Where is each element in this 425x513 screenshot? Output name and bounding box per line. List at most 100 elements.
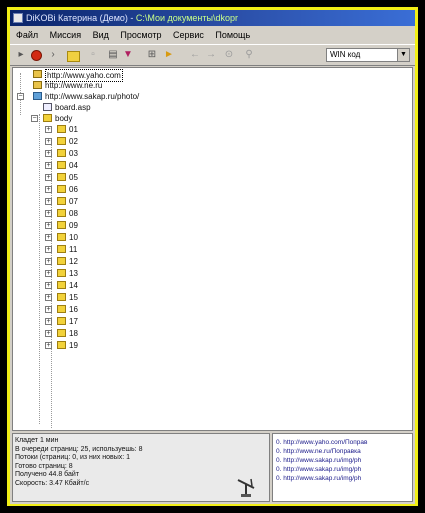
tree-connector bbox=[39, 114, 40, 424]
tree-view-icon[interactable]: ▤ bbox=[106, 48, 120, 62]
open-folder-icon[interactable] bbox=[67, 51, 80, 62]
expand-toggle[interactable]: + bbox=[45, 174, 52, 181]
expand-toggle[interactable]: + bbox=[45, 162, 52, 169]
play-icon[interactable]: ▸ bbox=[14, 48, 28, 62]
refresh-icon[interactable]: ⊙ bbox=[222, 48, 236, 62]
log-line: 0. http://www.yaho.com/Поправ bbox=[276, 439, 368, 446]
site-icon bbox=[33, 92, 42, 100]
status-line: Скорость: 3.47 Кбайт/с bbox=[15, 479, 90, 487]
folder-icon bbox=[57, 185, 66, 193]
window-title-path: C:\Мои документы\dkopr bbox=[135, 13, 238, 23]
forward-icon[interactable]: → bbox=[204, 48, 218, 62]
expand-toggle[interactable]: + bbox=[45, 270, 52, 277]
status-line: В очереди страниц: 25, используешь: 8 bbox=[15, 445, 143, 453]
tree-item-label: http://www.ne.ru bbox=[45, 81, 103, 90]
expand-toggle[interactable]: + bbox=[45, 210, 52, 217]
toolbar: ▸ › ▫ ▤ ▼ ⊞ ► ← → ⊙ ⚲ WIN код ▼ bbox=[10, 44, 415, 66]
tree-item-label: body bbox=[55, 114, 73, 123]
folder-icon bbox=[57, 281, 66, 289]
collapse-toggle[interactable]: − bbox=[17, 93, 24, 100]
download-status-panel: Кладет 1 мин В очереди страниц: 25, испо… bbox=[12, 433, 270, 502]
tree-item-label: 18 bbox=[69, 329, 78, 338]
expand-toggle[interactable]: + bbox=[45, 234, 52, 241]
folder-icon bbox=[57, 257, 66, 265]
tree-item-label: 03 bbox=[69, 149, 78, 158]
folder-icon bbox=[57, 137, 66, 145]
tree-item-label: board.asp bbox=[55, 103, 91, 112]
tree-item-label: 16 bbox=[69, 305, 78, 314]
tree-item-label: 07 bbox=[69, 197, 78, 206]
folder-icon bbox=[57, 329, 66, 337]
filter-icon[interactable]: ▼ bbox=[121, 48, 135, 62]
tree-item-label: 15 bbox=[69, 293, 78, 302]
expand-toggle[interactable]: + bbox=[45, 282, 52, 289]
folder-icon bbox=[57, 269, 66, 277]
expand-toggle[interactable]: + bbox=[45, 330, 52, 337]
site-tree[interactable]: http://www.yaho.com http://www.ne.ru − h… bbox=[12, 67, 413, 431]
expand-toggle[interactable]: + bbox=[45, 138, 52, 145]
folder-icon bbox=[57, 209, 66, 217]
menu-mission[interactable]: Миссия bbox=[50, 28, 81, 43]
folder-icon bbox=[57, 293, 66, 301]
collapse-toggle[interactable]: − bbox=[31, 115, 38, 122]
encoding-select[interactable]: WIN код ▼ bbox=[326, 48, 410, 62]
expand-toggle[interactable]: + bbox=[45, 198, 52, 205]
menu-help[interactable]: Помощь bbox=[215, 28, 250, 43]
open-icon[interactable]: ► bbox=[162, 48, 176, 62]
tree-item-label: 06 bbox=[69, 185, 78, 194]
menu-view[interactable]: Вид bbox=[93, 28, 109, 43]
status-line: Потоки (страниц: 0, из них новых: 1 bbox=[15, 454, 131, 462]
tree-item-label: 09 bbox=[69, 221, 78, 230]
menu-file[interactable]: Файл bbox=[16, 28, 38, 43]
encoding-value: WIN код bbox=[330, 50, 361, 59]
status-line: Кладет 1 мин bbox=[15, 437, 59, 444]
app-icon bbox=[13, 13, 23, 23]
status-line: Получено 44.8 байт bbox=[15, 471, 80, 479]
save-icon[interactable]: ▫ bbox=[86, 48, 100, 62]
tree-item-label: 19 bbox=[69, 341, 78, 350]
folder-icon bbox=[57, 197, 66, 205]
search-icon[interactable]: ⚲ bbox=[242, 48, 256, 62]
properties-icon[interactable]: ⊞ bbox=[145, 48, 159, 62]
expand-toggle[interactable]: + bbox=[45, 294, 52, 301]
folder-icon bbox=[57, 233, 66, 241]
page-icon bbox=[33, 70, 42, 78]
menu-bar: Файл Миссия Вид Просмотр Сервис Помощь bbox=[10, 28, 415, 43]
folder-icon bbox=[57, 341, 66, 349]
tree-item-label: 01 bbox=[69, 125, 78, 134]
expand-toggle[interactable]: + bbox=[45, 258, 52, 265]
log-line: 0. http://www.ne.ru/Поправка bbox=[276, 448, 361, 455]
expand-toggle[interactable]: + bbox=[45, 186, 52, 193]
tree-item-label: 02 bbox=[69, 137, 78, 146]
expand-toggle[interactable]: + bbox=[45, 342, 52, 349]
tree-item-label: 12 bbox=[69, 257, 78, 266]
tree-item-label: 05 bbox=[69, 173, 78, 182]
menu-service[interactable]: Сервис bbox=[173, 28, 204, 43]
log-line: 0. http://www.sakap.ru/img/ph bbox=[276, 466, 362, 473]
app-window: DiKOBi Катерина (Демо) - C:\Мои документ… bbox=[10, 10, 415, 504]
folder-icon bbox=[57, 161, 66, 169]
menu-preview[interactable]: Просмотр bbox=[120, 28, 161, 43]
folder-icon bbox=[43, 114, 52, 122]
expand-toggle[interactable]: + bbox=[45, 126, 52, 133]
folder-icon bbox=[57, 125, 66, 133]
tree-item-label: 13 bbox=[69, 269, 78, 278]
title-bar: DiKOBi Катерина (Демо) - C:\Мои документ… bbox=[10, 10, 415, 26]
tree-item-label: 08 bbox=[69, 209, 78, 218]
folder-icon bbox=[57, 221, 66, 229]
expand-toggle[interactable]: + bbox=[45, 306, 52, 313]
page-icon bbox=[33, 81, 42, 89]
file-icon bbox=[43, 103, 52, 111]
back-icon[interactable]: ← bbox=[188, 48, 202, 62]
expand-toggle[interactable]: + bbox=[45, 222, 52, 229]
folder-icon bbox=[57, 305, 66, 313]
chevron-down-icon[interactable]: ▼ bbox=[397, 49, 409, 61]
expand-toggle[interactable]: + bbox=[45, 246, 52, 253]
expand-toggle[interactable]: + bbox=[45, 150, 52, 157]
folder-icon bbox=[57, 317, 66, 325]
folder-icon bbox=[57, 149, 66, 157]
expand-toggle[interactable]: + bbox=[45, 318, 52, 325]
url-log-panel[interactable]: 0. http://www.yaho.com/Поправ 0. http://… bbox=[272, 433, 413, 502]
stop-icon[interactable] bbox=[31, 50, 42, 61]
pause-icon[interactable]: › bbox=[46, 48, 60, 62]
